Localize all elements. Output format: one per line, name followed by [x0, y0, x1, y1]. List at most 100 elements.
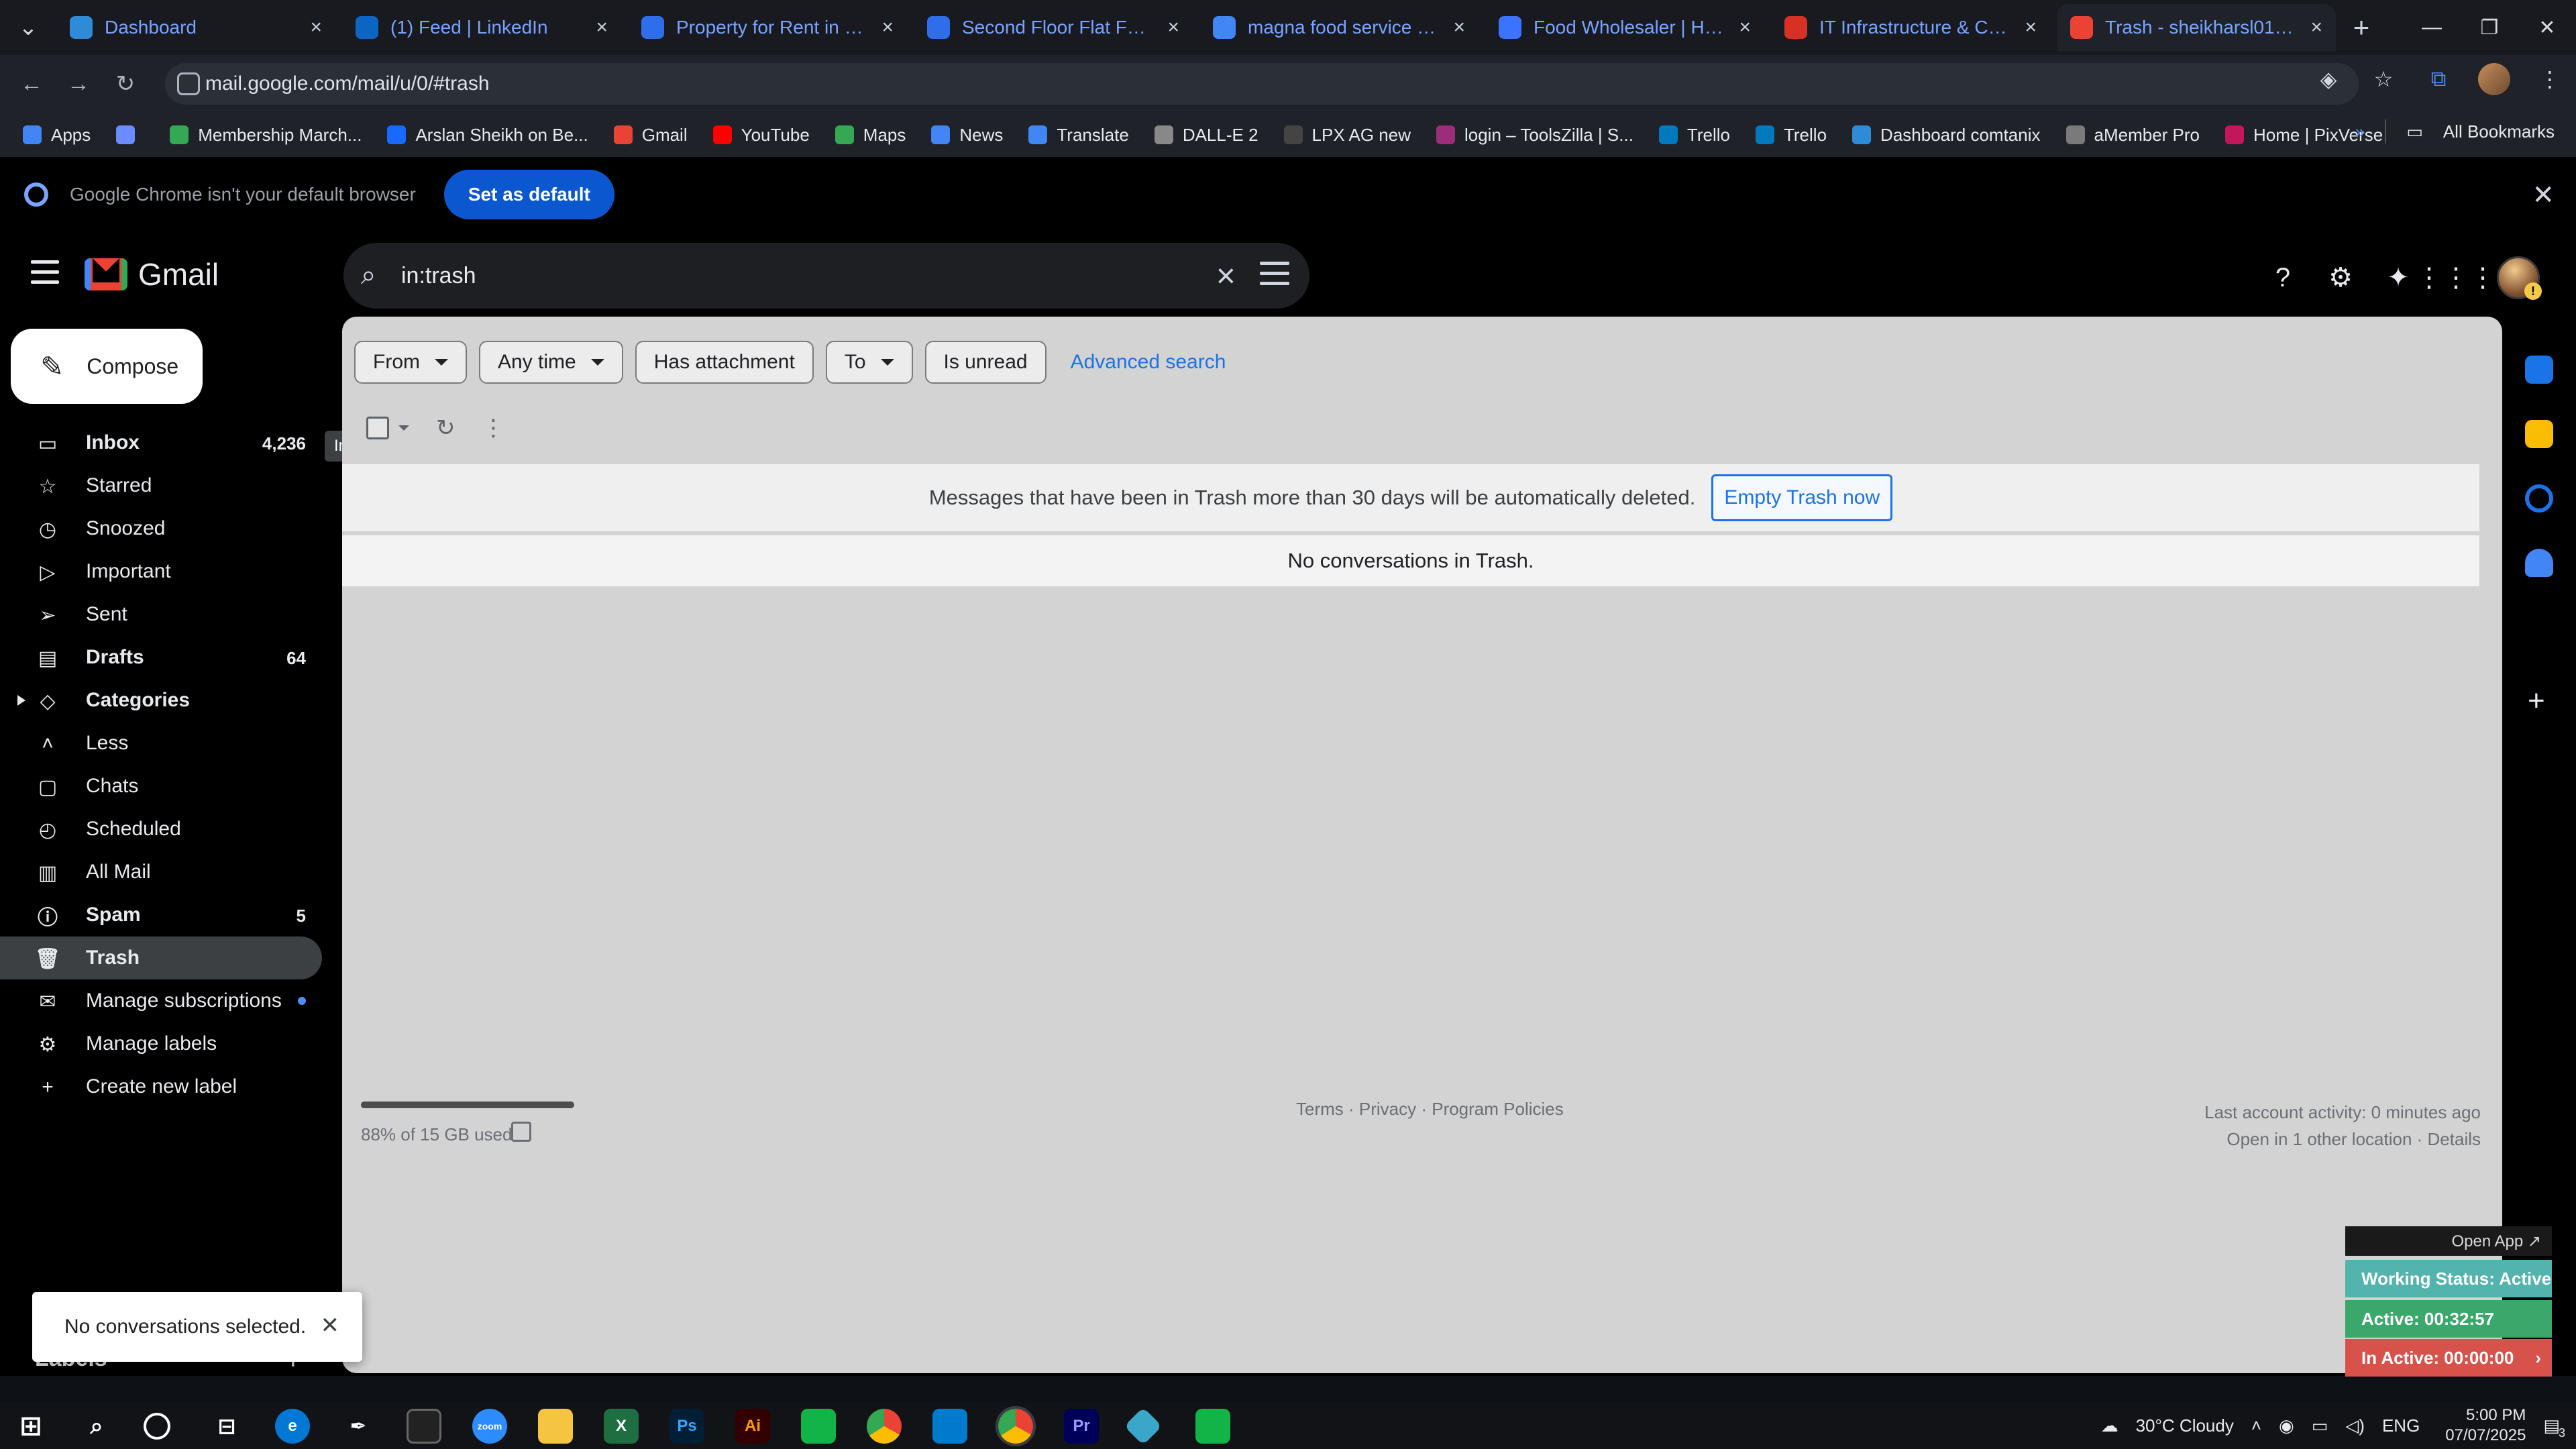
search-options-icon[interactable]	[1260, 262, 1289, 288]
search-input[interactable]: in:trash	[401, 263, 476, 289]
set-default-button[interactable]: Set as default	[443, 170, 614, 219]
sidebar-item-manage-subscriptions[interactable]: ✉ Manage subscriptions	[0, 979, 322, 1022]
filter-chip[interactable]: Any time	[479, 341, 623, 384]
bookmark-item[interactable]: Translate	[1028, 125, 1129, 146]
chrome-menu-icon[interactable]: ⋮	[2534, 64, 2565, 95]
close-tab-icon[interactable]: ×	[2310, 16, 2322, 39]
weather-text[interactable]: 30°C Cloudy	[2136, 1415, 2234, 1436]
browser-tab[interactable]: Food Wholesaler | Halal F ×	[1485, 4, 1764, 51]
sidebar-item-manage-labels[interactable]: ⚙ Manage labels	[0, 1022, 322, 1065]
bookmark-item[interactable]: DALL-E 2	[1154, 125, 1258, 146]
language-indicator[interactable]: ENG	[2382, 1415, 2420, 1436]
profile-avatar[interactable]	[2478, 63, 2510, 95]
tray-expand-icon[interactable]: ˄	[2251, 1415, 2261, 1436]
sidebar-item-spam[interactable]: ⓘ Spam 5	[0, 894, 322, 936]
apps-grid-icon[interactable]: ⋮⋮⋮	[2416, 261, 2496, 294]
green-app-2-icon[interactable]	[1195, 1409, 1230, 1444]
green-app-icon[interactable]	[801, 1409, 836, 1444]
browser-tab[interactable]: Trash - sheikharsl01@gma ×	[2057, 4, 2336, 51]
bookmark-item[interactable]: LPX AG new	[1283, 125, 1411, 146]
close-window-button[interactable]: ✕	[2518, 0, 2576, 55]
footer-links[interactable]: Terms · Privacy · Program Policies	[1296, 1099, 1564, 1120]
premiere-icon[interactable]: Pr	[1064, 1409, 1099, 1444]
snackbar-close-icon[interactable]: ✕	[321, 1312, 340, 1339]
sidebar-item-scheduled[interactable]: ◴ Scheduled	[0, 808, 322, 851]
other-location-link[interactable]: Open in 1 other location · Details	[2204, 1126, 2481, 1152]
browser-tab[interactable]: Dashboard ×	[56, 4, 335, 51]
close-tab-icon[interactable]: ×	[596, 16, 608, 39]
pen-tool-icon[interactable]: ✒	[341, 1409, 376, 1444]
bookmark-item[interactable]: Gmail	[613, 125, 688, 146]
address-bar[interactable]: mail.google.com/mail/u/0/#trash	[165, 63, 2359, 105]
sidebar-item-less[interactable]: ˄ Less	[0, 722, 322, 765]
excel-icon[interactable]: X	[604, 1409, 639, 1444]
search-taskbar-icon[interactable]: ⌕	[79, 1409, 114, 1444]
filter-chip[interactable]: To	[825, 341, 913, 384]
select-chevron-icon[interactable]	[398, 425, 409, 431]
extensions-icon[interactable]: ⧉	[2423, 64, 2454, 95]
chrome-taskbar-icon[interactable]	[867, 1409, 902, 1444]
tasks-icon[interactable]	[2525, 484, 2553, 513]
select-dropdown[interactable]	[366, 417, 409, 439]
expand-caret-icon[interactable]	[17, 695, 25, 706]
reload-button[interactable]: ↻	[102, 60, 149, 107]
open-storage-icon[interactable]	[511, 1122, 531, 1142]
cortana-icon[interactable]	[144, 1413, 170, 1440]
browser-tab[interactable]: (1) Feed | LinkedIn ×	[342, 4, 621, 51]
sidebar-item-all-mail[interactable]: ▥ All Mail	[0, 851, 322, 894]
tab-search-icon[interactable]: ⌄	[7, 6, 50, 49]
select-all-checkbox[interactable]	[366, 417, 389, 439]
windows-start-icon[interactable]: ⊞	[13, 1409, 48, 1444]
sidebar-item-categories[interactable]: ◇ Categories	[0, 679, 322, 722]
restore-button[interactable]: ❐	[2461, 0, 2518, 55]
task-view-icon[interactable]: ⊟	[209, 1409, 244, 1444]
bookmark-item[interactable]	[116, 125, 144, 144]
search-icon[interactable]: ⌕	[361, 260, 392, 291]
chrome-active-icon[interactable]	[996, 1406, 1036, 1446]
back-button[interactable]: ←	[8, 60, 55, 107]
browser-tab[interactable]: Second Floor Flat For Ren ×	[914, 4, 1193, 51]
sidebar-item-important[interactable]: ▷ Important	[0, 550, 322, 593]
refresh-icon[interactable]: ↻	[436, 415, 455, 441]
get-addons-icon[interactable]: +	[2528, 684, 2545, 718]
volume-icon[interactable]: ◁)	[2345, 1415, 2365, 1436]
clock[interactable]: 5:00 PM 07/07/2025	[2445, 1405, 2526, 1446]
clear-search-icon[interactable]: ×	[1216, 256, 1236, 295]
main-menu-icon[interactable]	[31, 260, 59, 284]
bookmark-item[interactable]: Apps	[23, 125, 91, 146]
compose-button[interactable]: ✎ Compose	[11, 329, 203, 404]
bookmark-item[interactable]: Dashboard comtanix	[1852, 125, 2041, 146]
open-app-button[interactable]: Open App ↗	[2345, 1226, 2552, 1256]
bookmark-item[interactable]: Arslan Sheikh on Be...	[387, 125, 588, 146]
sidebar-item-starred[interactable]: ☆ Starred	[0, 464, 322, 507]
bookmark-item[interactable]: Trello	[1658, 125, 1730, 146]
close-tab-icon[interactable]: ×	[881, 16, 894, 39]
search-bar[interactable]: ⌕ in:trash ×	[343, 243, 1309, 309]
empty-trash-button[interactable]: Empty Trash now	[1711, 474, 1893, 521]
diamond-app-icon[interactable]	[1124, 1407, 1163, 1446]
browser-tab[interactable]: Property for Rent in Rawa ×	[628, 4, 907, 51]
bookmark-item[interactable]: aMember Pro	[2065, 125, 2200, 146]
expand-chevron-icon[interactable]: ›	[2535, 1348, 2541, 1368]
photoshop-icon[interactable]: Ps	[669, 1409, 704, 1444]
notifications-icon[interactable]: ▤ 3	[2543, 1415, 2565, 1440]
gmail-logo[interactable]: Gmail	[85, 256, 219, 292]
more-bookmarks-icon[interactable]: »	[2355, 121, 2365, 142]
meet-now-icon[interactable]: ◉	[2279, 1415, 2294, 1436]
sidebar-item-drafts[interactable]: ▤ Drafts 64	[0, 636, 322, 679]
gemini-icon[interactable]: ✦	[2381, 261, 2415, 294]
bookmark-item[interactable]: Maps	[835, 125, 906, 146]
close-tab-icon[interactable]: ×	[1453, 16, 1465, 39]
bookmark-star-icon[interactable]: ☆	[2368, 64, 2399, 95]
new-tab-button[interactable]: +	[2341, 7, 2381, 48]
sidebar-item-sent[interactable]: ➢ Sent	[0, 593, 322, 636]
sidebar-item-trash[interactable]: 🗑 Trash	[0, 936, 322, 979]
close-tab-icon[interactable]: ×	[1167, 16, 1179, 39]
sidebar-item-snoozed[interactable]: ◷ Snoozed	[0, 507, 322, 550]
bookmark-item[interactable]: Trello	[1755, 125, 1827, 146]
all-bookmarks-link[interactable]: All Bookmarks	[2443, 121, 2555, 142]
sidebar-item-create-new-label[interactable]: + Create new label	[0, 1065, 322, 1108]
site-info-icon[interactable]	[177, 72, 200, 95]
filter-chip[interactable]: From	[354, 341, 467, 384]
zoom-icon[interactable]: zoom	[472, 1409, 507, 1444]
